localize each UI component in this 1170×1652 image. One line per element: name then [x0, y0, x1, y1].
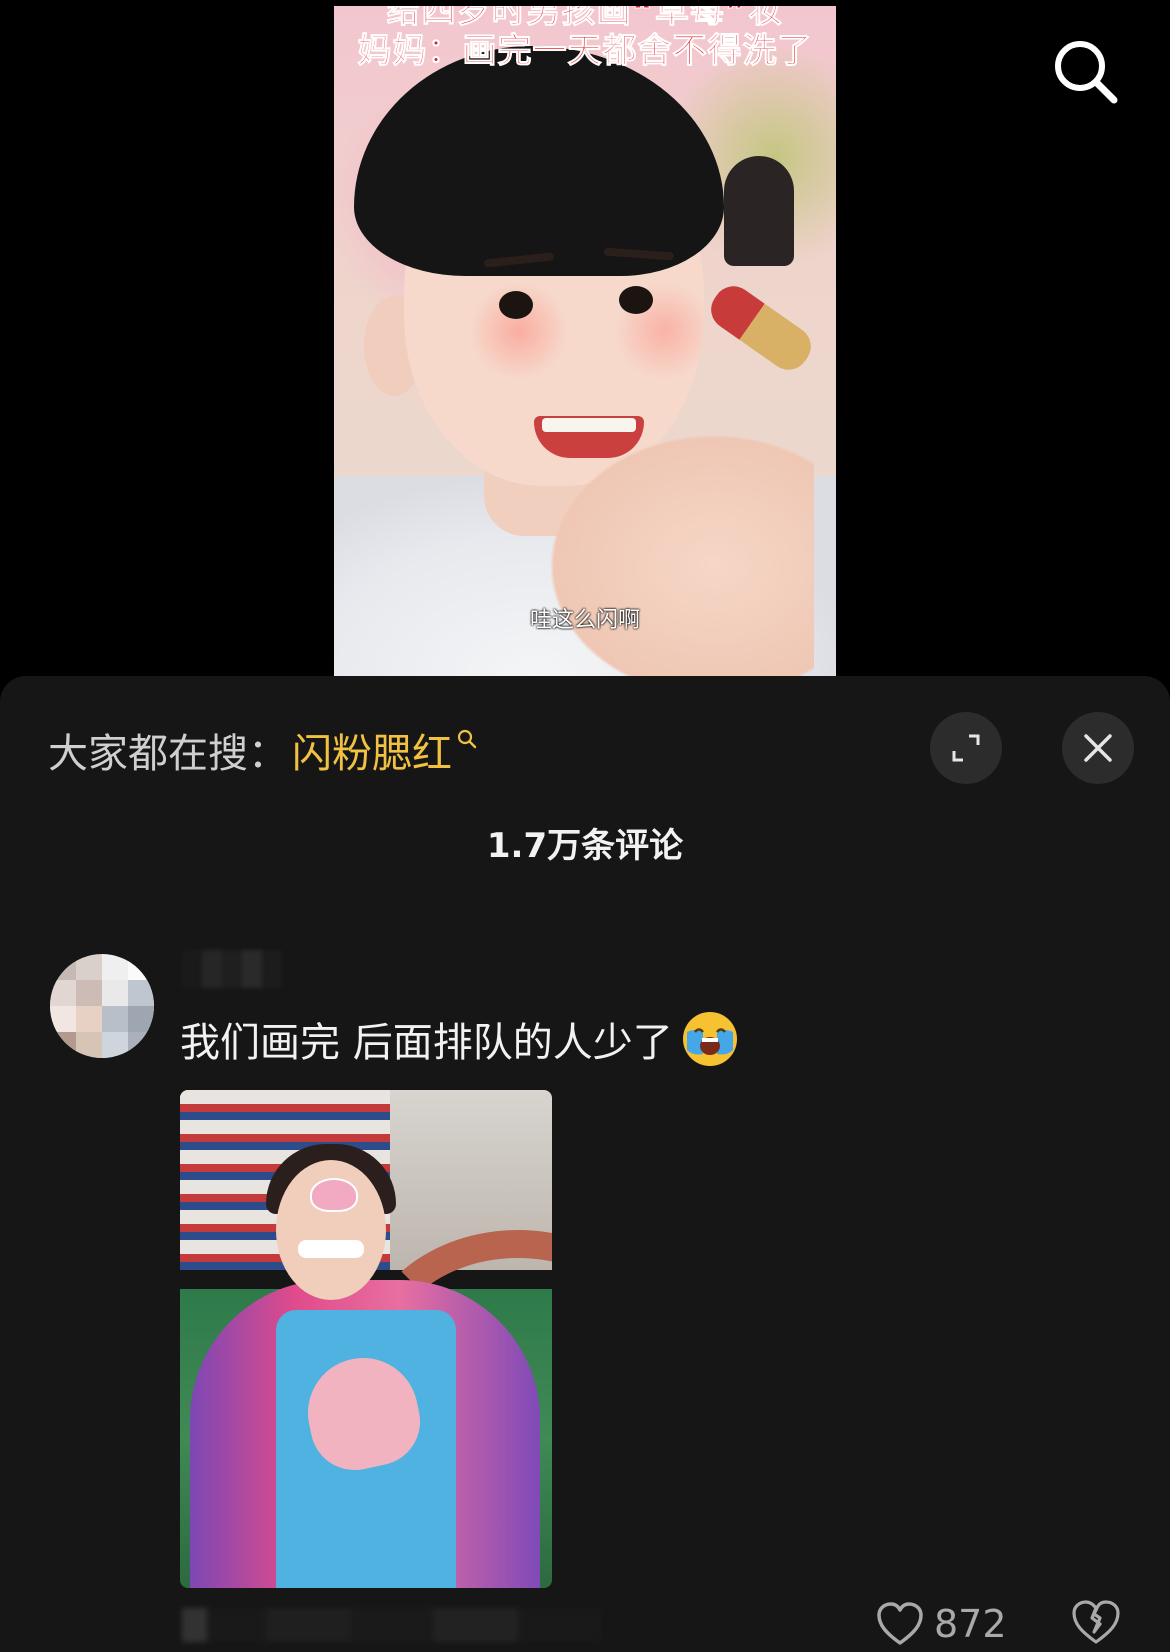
dislike-button[interactable] — [1070, 1598, 1122, 1650]
like-count: 872 — [934, 1602, 1007, 1646]
background-person — [724, 156, 794, 266]
loudly-crying-face-icon — [682, 1012, 737, 1066]
like-button[interactable]: 872 — [876, 1598, 1007, 1650]
username-blurred[interactable] — [182, 950, 282, 988]
video-title-caption: 给四岁时男孩画“草莓”妆 妈妈：画完一天都舍不得洗了 — [334, 6, 836, 72]
comments-sheet: 大家都在搜： 闪粉腮红 1.7万条评论 我们画完 后面排队的人少了 872 — [0, 676, 1170, 1652]
search-icon — [1055, 41, 1118, 104]
bunny-face-paint — [310, 1178, 358, 1212]
video-player[interactable]: 给四岁时男孩画“草莓”妆 妈妈：画完一天都舍不得洗了 哇这么闪啊 — [0, 0, 1170, 676]
strawberry-brush — [703, 278, 819, 378]
search-hint-keyword[interactable]: 闪粉腮红 — [292, 721, 452, 779]
avatar[interactable] — [50, 954, 154, 1058]
heart-outline-icon — [877, 1602, 923, 1645]
video-caption-line2: 妈妈：画完一天都舍不得洗了 — [357, 31, 813, 72]
expand-icon — [952, 734, 980, 762]
video-frame[interactable]: 给四岁时男孩画“草莓”妆 妈妈：画完一天都舍不得洗了 哇这么闪啊 — [334, 6, 836, 676]
comment-count: 1.7万条评论 — [486, 826, 684, 866]
small-search-icon — [457, 729, 477, 749]
video-subtitle: 哇这么闪啊 — [529, 608, 640, 633]
comment-text: 我们画完 后面排队的人少了 — [180, 1010, 739, 1068]
search-suggestion: 大家都在搜： 闪粉腮红 — [48, 722, 478, 778]
video-caption-line1: 给四岁时男孩画“草莓”妆 — [386, 6, 784, 30]
broken-heart-icon — [1072, 1600, 1120, 1644]
comment-body: 我们画完 后面排队的人少了 — [180, 1020, 673, 1066]
close-icon — [1084, 734, 1112, 762]
comment-photo[interactable] — [180, 1090, 552, 1588]
close-button[interactable] — [1062, 712, 1134, 784]
search-hint-prefix: 大家都在搜： — [48, 731, 288, 777]
expand-button[interactable] — [930, 712, 1002, 784]
search-button[interactable] — [1050, 36, 1122, 108]
reply-meta-blurred[interactable] — [182, 1608, 602, 1642]
